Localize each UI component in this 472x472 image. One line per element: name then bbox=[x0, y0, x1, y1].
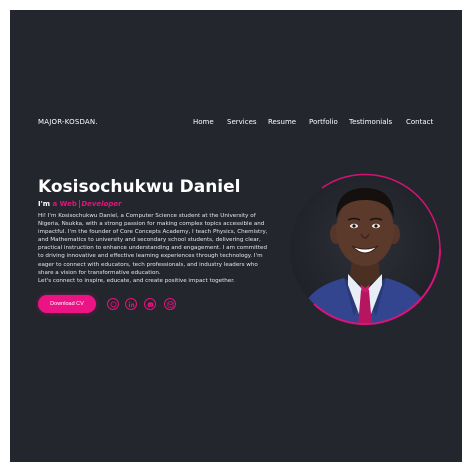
nav-item-resume[interactable]: Resume bbox=[268, 118, 296, 126]
nav-item-services[interactable]: Services bbox=[227, 118, 257, 126]
hero-name: Kosisochukwu Daniel bbox=[38, 177, 241, 197]
download-cv-button[interactable]: Download CV bbox=[38, 295, 96, 313]
bio-paragraph: Let's connect to inspire, educate, and c… bbox=[38, 277, 235, 284]
site-logo[interactable]: MAJOR-KOSDAN. bbox=[38, 118, 98, 126]
hero-role: I'm a Web Developer bbox=[38, 200, 122, 208]
discord-link[interactable] bbox=[144, 298, 156, 310]
nav-item-portfolio[interactable]: Portfolio bbox=[309, 118, 338, 126]
linkedin-link[interactable] bbox=[125, 298, 137, 310]
email-icon bbox=[166, 300, 174, 308]
github-link[interactable] bbox=[107, 298, 119, 310]
role-prefix: I'm bbox=[38, 200, 53, 208]
email-link[interactable] bbox=[164, 298, 176, 310]
nav-item-contact[interactable]: Contact bbox=[406, 118, 433, 126]
nav-item-testimonials[interactable]: Testimonials bbox=[349, 118, 392, 126]
github-icon bbox=[109, 300, 117, 308]
role-accent: a Web bbox=[52, 200, 80, 208]
role-typed-text: Developer bbox=[79, 200, 122, 208]
main-nav: Home Services Resume Portfolio Testimoni… bbox=[193, 118, 462, 128]
bio-paragraph: Hi! I'm Kosisochukwu Daniel, a Computer … bbox=[38, 213, 268, 276]
linkedin-icon bbox=[128, 301, 134, 307]
page-frame: MAJOR-KOSDAN. Home Services Resume Portf… bbox=[10, 10, 462, 462]
nav-item-home[interactable]: Home bbox=[193, 118, 214, 126]
hero-bio: Hi! I'm Kosisochukwu Daniel, a Computer … bbox=[38, 212, 268, 285]
profile-portrait bbox=[284, 168, 446, 330]
discord-icon bbox=[147, 301, 153, 307]
